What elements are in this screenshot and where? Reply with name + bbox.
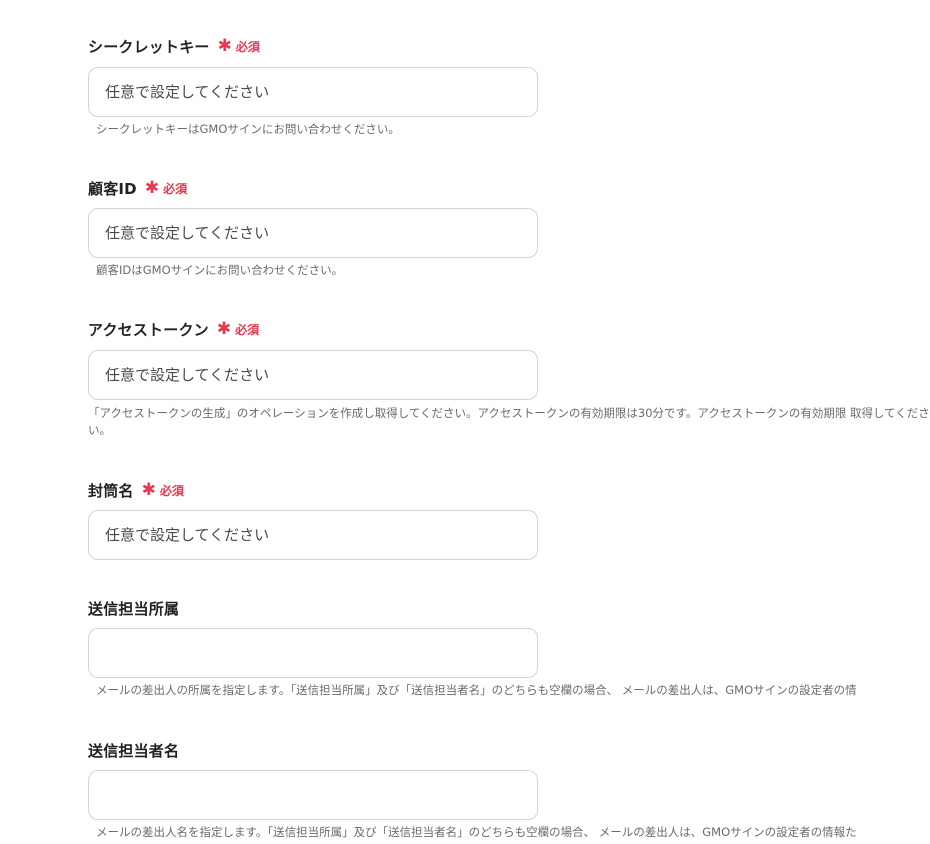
field-label: アクセストークン xyxy=(88,320,209,339)
sender-name-input[interactable] xyxy=(88,770,538,820)
field-label-row: アクセストークン ✱ 必須 xyxy=(88,319,259,339)
settings-form: シークレットキー ✱ 必須 シークレットキーはGMOサインにお問い合わせください… xyxy=(0,0,930,844)
help-text: メールの差出人名を指定します。「送信担当所属」及び「送信担当者名」のどちらも空欄… xyxy=(96,825,857,839)
field-label-row: 送信担当所属 xyxy=(88,598,179,618)
field-label-row: シークレットキー ✱ 必須 xyxy=(88,36,260,56)
field-label-row: 顧客ID ✱ 必須 xyxy=(88,178,187,198)
field-secret-key: シークレットキー ✱ 必須 シークレットキーはGMOサインにお問い合わせください… xyxy=(88,36,930,146)
field-label: 顧客ID xyxy=(88,179,137,198)
required-badge: 必須 xyxy=(235,322,260,337)
help-text: メールの差出人の所属を指定します。「送信担当所属」及び「送信担当者名」のどちらも… xyxy=(96,683,857,697)
help-text: 顧客IDはGMOサインにお問い合わせください。 xyxy=(96,263,344,277)
field-access-token: アクセストークン ✱ 必須 「アクセストークンの生成」のオペレーションを作成し取… xyxy=(88,319,930,449)
field-sender-department: 送信担当所属 メールの差出人の所属を指定します。「送信担当所属」及び「送信担当者… xyxy=(88,598,930,708)
field-label: シークレットキー xyxy=(88,37,210,56)
customer-id-input[interactable] xyxy=(88,208,538,258)
required-badge: 必須 xyxy=(159,483,184,498)
field-label-row: 封筒名 ✱ 必須 xyxy=(88,480,184,500)
field-envelope-name: 封筒名 ✱ 必須 xyxy=(88,480,930,565)
field-sender-name: 送信担当者名 メールの差出人名を指定します。「送信担当所属」及び「送信担当者名」… xyxy=(88,740,930,844)
help-text: シークレットキーはGMOサインにお問い合わせください。 xyxy=(96,122,400,136)
field-label-row: 送信担当者名 xyxy=(88,740,179,760)
required-asterisk-icon: ✱ xyxy=(216,318,232,339)
required-asterisk-icon: ✱ xyxy=(141,479,156,500)
access-token-input[interactable] xyxy=(88,350,538,400)
field-label: 送信担当所属 xyxy=(88,599,180,618)
field-label: 封筒名 xyxy=(88,481,134,500)
required-badge: 必須 xyxy=(235,39,260,54)
required-badge: 必須 xyxy=(163,181,188,196)
secret-key-input[interactable] xyxy=(88,67,538,117)
required-asterisk-icon: ✱ xyxy=(217,35,232,56)
field-customer-id: 顧客ID ✱ 必須 顧客IDはGMOサインにお問い合わせください。 xyxy=(88,178,930,288)
envelope-name-input[interactable] xyxy=(88,510,538,560)
required-asterisk-icon: ✱ xyxy=(144,177,160,198)
sender-department-input[interactable] xyxy=(88,628,538,678)
help-text: 「アクセストークンの生成」のオペレーションを作成し取得してください。アクセストー… xyxy=(88,406,930,437)
field-label: 送信担当者名 xyxy=(88,741,180,760)
